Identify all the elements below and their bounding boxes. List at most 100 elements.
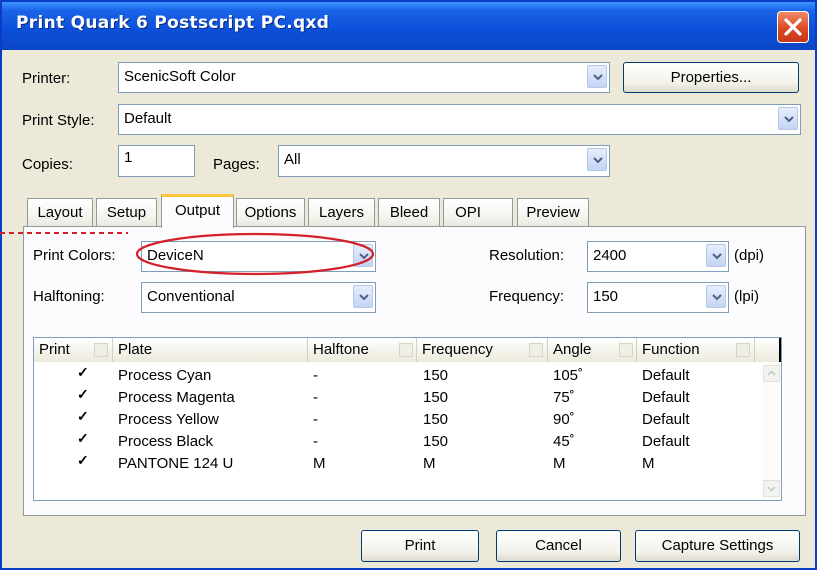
frequency-value: 150 bbox=[423, 411, 449, 428]
chevron-down-icon bbox=[767, 486, 776, 492]
print-checkmark[interactable]: ✓ bbox=[77, 430, 89, 447]
halftoning-dropdown-button[interactable] bbox=[353, 285, 373, 308]
angle-value: 45˚ bbox=[553, 433, 575, 450]
header-label: Function bbox=[642, 341, 700, 358]
frequency-value: 150 bbox=[423, 433, 449, 450]
function-value: Default bbox=[642, 433, 690, 450]
frequency-dropdown-button[interactable] bbox=[706, 285, 726, 308]
column-header-function[interactable]: Function bbox=[637, 338, 755, 362]
print-colors-select[interactable]: DeviceN bbox=[141, 241, 376, 272]
chevron-down-icon bbox=[712, 253, 722, 260]
capture-settings-button[interactable]: Capture Settings bbox=[635, 530, 800, 562]
frequency-select[interactable]: 150 bbox=[587, 282, 729, 313]
sort-icon[interactable] bbox=[619, 343, 633, 357]
resolution-label: Resolution: bbox=[489, 247, 565, 264]
chevron-down-icon bbox=[359, 294, 369, 301]
halftone-value: - bbox=[313, 389, 318, 406]
cancel-button[interactable]: Cancel bbox=[496, 530, 621, 562]
sort-icon[interactable] bbox=[529, 343, 543, 357]
frequency-unit: (lpi) bbox=[734, 288, 759, 305]
column-header-frequency[interactable]: Frequency bbox=[417, 338, 548, 362]
resolution-select[interactable]: 2400 bbox=[587, 241, 729, 272]
print-button[interactable]: Print bbox=[361, 530, 479, 562]
close-button[interactable] bbox=[777, 11, 809, 43]
chevron-down-icon bbox=[784, 116, 794, 123]
copies-field[interactable]: 1 bbox=[118, 145, 195, 177]
plate-name: Process Magenta bbox=[118, 389, 235, 406]
halftone-value: - bbox=[313, 411, 318, 428]
halftoning-label: Halftoning: bbox=[33, 288, 105, 305]
close-icon bbox=[784, 18, 802, 36]
resolution-unit: (dpi) bbox=[734, 247, 765, 264]
print-checkmark[interactable]: ✓ bbox=[77, 452, 89, 469]
plate-name: Process Cyan bbox=[118, 367, 212, 384]
frequency-value: M bbox=[423, 455, 436, 472]
capture-settings-button-label: Capture Settings bbox=[661, 537, 774, 554]
tab-output[interactable]: Output bbox=[161, 194, 234, 228]
tab-label: Options bbox=[244, 204, 297, 221]
printer-label: Printer: bbox=[22, 70, 71, 87]
title-bar[interactable]: Print Quark 6 Postscript PC.qxd bbox=[2, 2, 815, 50]
sort-icon[interactable] bbox=[94, 343, 108, 357]
printer-select[interactable]: ScenicSoft Color bbox=[118, 62, 610, 93]
printer-dropdown-button[interactable] bbox=[587, 65, 607, 88]
tab-label: Output bbox=[174, 202, 221, 219]
print-colors-label: Print Colors: bbox=[33, 247, 116, 264]
angle-value: 75˚ bbox=[553, 389, 575, 406]
sort-icon[interactable] bbox=[736, 343, 750, 357]
chevron-down-icon bbox=[593, 157, 603, 164]
header-label: Halftone bbox=[313, 341, 369, 358]
print-style-label: Print Style: bbox=[22, 112, 95, 129]
function-value: M bbox=[642, 455, 655, 472]
tab-label: OPI bbox=[455, 204, 481, 221]
chevron-down-icon bbox=[359, 253, 369, 260]
copies-value: 1 bbox=[124, 149, 133, 166]
pages-label: Pages: bbox=[213, 156, 260, 173]
print-checkmark[interactable]: ✓ bbox=[77, 386, 89, 403]
column-header-plate[interactable]: Plate bbox=[113, 338, 308, 362]
print-style-value: Default bbox=[124, 110, 172, 127]
table-scrollbar[interactable] bbox=[763, 363, 780, 499]
function-value: Default bbox=[642, 367, 690, 384]
plates-table[interactable]: Print Plate Halftone Frequency Angle Fun… bbox=[33, 337, 782, 501]
resolution-dropdown-button[interactable] bbox=[706, 244, 726, 267]
scroll-up-button[interactable] bbox=[763, 365, 780, 382]
pages-select[interactable]: All bbox=[278, 145, 610, 177]
header-label: Angle bbox=[553, 341, 592, 358]
cancel-button-label: Cancel bbox=[535, 537, 582, 554]
print-style-dropdown-button[interactable] bbox=[778, 107, 798, 130]
copies-label: Copies: bbox=[22, 156, 73, 173]
print-style-select[interactable]: Default bbox=[118, 104, 801, 135]
tab-options[interactable]: Options bbox=[236, 198, 305, 226]
function-value: Default bbox=[642, 411, 690, 428]
frequency-value: 150 bbox=[423, 367, 449, 384]
halftone-value: - bbox=[313, 367, 318, 384]
sort-icon[interactable] bbox=[399, 343, 413, 357]
tab-preview[interactable]: Preview bbox=[517, 198, 589, 226]
tab-opi[interactable]: OPI bbox=[443, 198, 513, 226]
tab-layers[interactable]: Layers bbox=[308, 198, 375, 226]
tab-setup[interactable]: Setup bbox=[96, 198, 157, 226]
print-checkmark[interactable]: ✓ bbox=[77, 408, 89, 425]
printer-value: ScenicSoft Color bbox=[124, 68, 236, 85]
chevron-up-icon bbox=[767, 370, 776, 376]
tab-label: Layout bbox=[37, 204, 83, 221]
pages-dropdown-button[interactable] bbox=[587, 148, 607, 171]
halftoning-select[interactable]: Conventional bbox=[141, 282, 376, 313]
halftone-value: M bbox=[313, 455, 326, 472]
angle-value: M bbox=[553, 455, 566, 472]
frequency-value: 150 bbox=[423, 389, 449, 406]
function-value: Default bbox=[642, 389, 690, 406]
print-checkmark[interactable]: ✓ bbox=[77, 364, 89, 381]
column-header-angle[interactable]: Angle bbox=[548, 338, 637, 362]
chevron-down-icon bbox=[593, 74, 603, 81]
scroll-down-button[interactable] bbox=[763, 480, 780, 497]
angle-value: 105˚ bbox=[553, 367, 584, 384]
tab-layout[interactable]: Layout bbox=[27, 198, 93, 226]
properties-button[interactable]: Properties... bbox=[623, 62, 799, 93]
halftone-value: - bbox=[313, 433, 318, 450]
header-label: Print bbox=[39, 341, 70, 358]
column-header-halftone[interactable]: Halftone bbox=[308, 338, 417, 362]
print-colors-dropdown-button[interactable] bbox=[353, 244, 373, 267]
column-header-print[interactable]: Print bbox=[34, 338, 113, 362]
